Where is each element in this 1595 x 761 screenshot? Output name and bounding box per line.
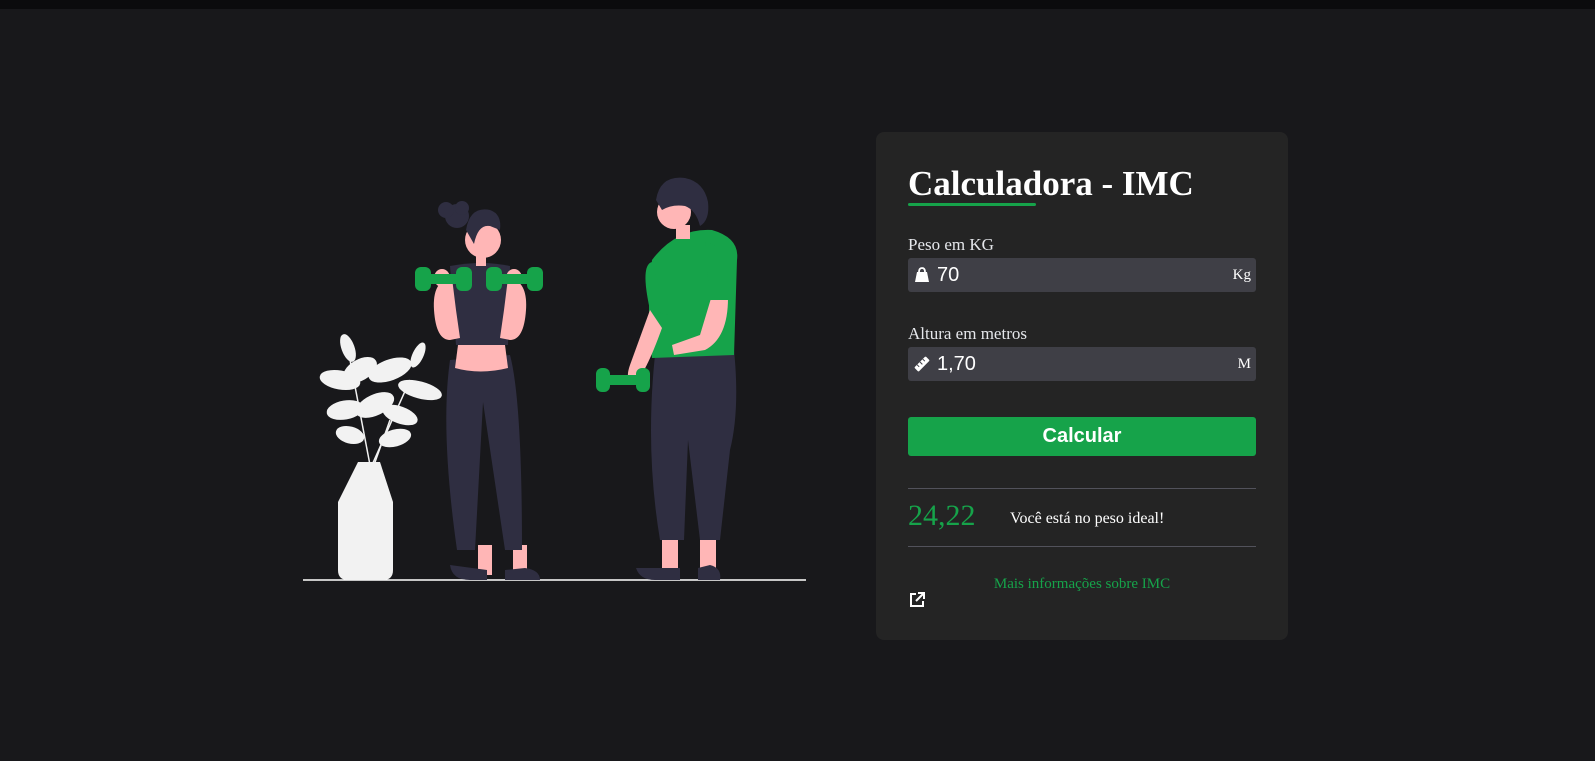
weight-unit: Kg xyxy=(1232,266,1251,283)
height-input[interactable] xyxy=(931,347,1238,381)
divider-top xyxy=(908,488,1256,489)
weight-field[interactable]: Kg xyxy=(908,258,1256,292)
top-bar xyxy=(0,0,1595,9)
imc-result-message: Você está no peso ideal! xyxy=(1010,510,1165,527)
woman-figure xyxy=(433,201,540,580)
imc-result-value: 24,22 xyxy=(908,499,976,532)
ruler-icon xyxy=(913,355,931,373)
page-title: Calculadora - IMC xyxy=(908,164,1194,203)
weight-bag-icon xyxy=(913,266,931,284)
height-label: Altura em metros xyxy=(908,324,1027,343)
dumbbell-man xyxy=(596,368,650,392)
weight-input[interactable] xyxy=(931,258,1233,292)
more-info-link[interactable]: Mais informações sobre IMC xyxy=(908,576,1256,593)
workout-illustration xyxy=(303,177,806,581)
title-underline xyxy=(908,203,1036,206)
divider-bottom xyxy=(908,546,1256,547)
external-link-icon[interactable] xyxy=(908,591,926,609)
weight-label: Peso em KG xyxy=(908,235,994,254)
plant xyxy=(319,334,442,580)
imc-calculator-card: Calculadora - IMC Peso em KG Kg Altura e… xyxy=(876,132,1288,640)
height-field[interactable]: M xyxy=(908,347,1256,381)
calculate-button[interactable]: Calcular xyxy=(908,417,1256,456)
height-unit: M xyxy=(1237,355,1251,372)
